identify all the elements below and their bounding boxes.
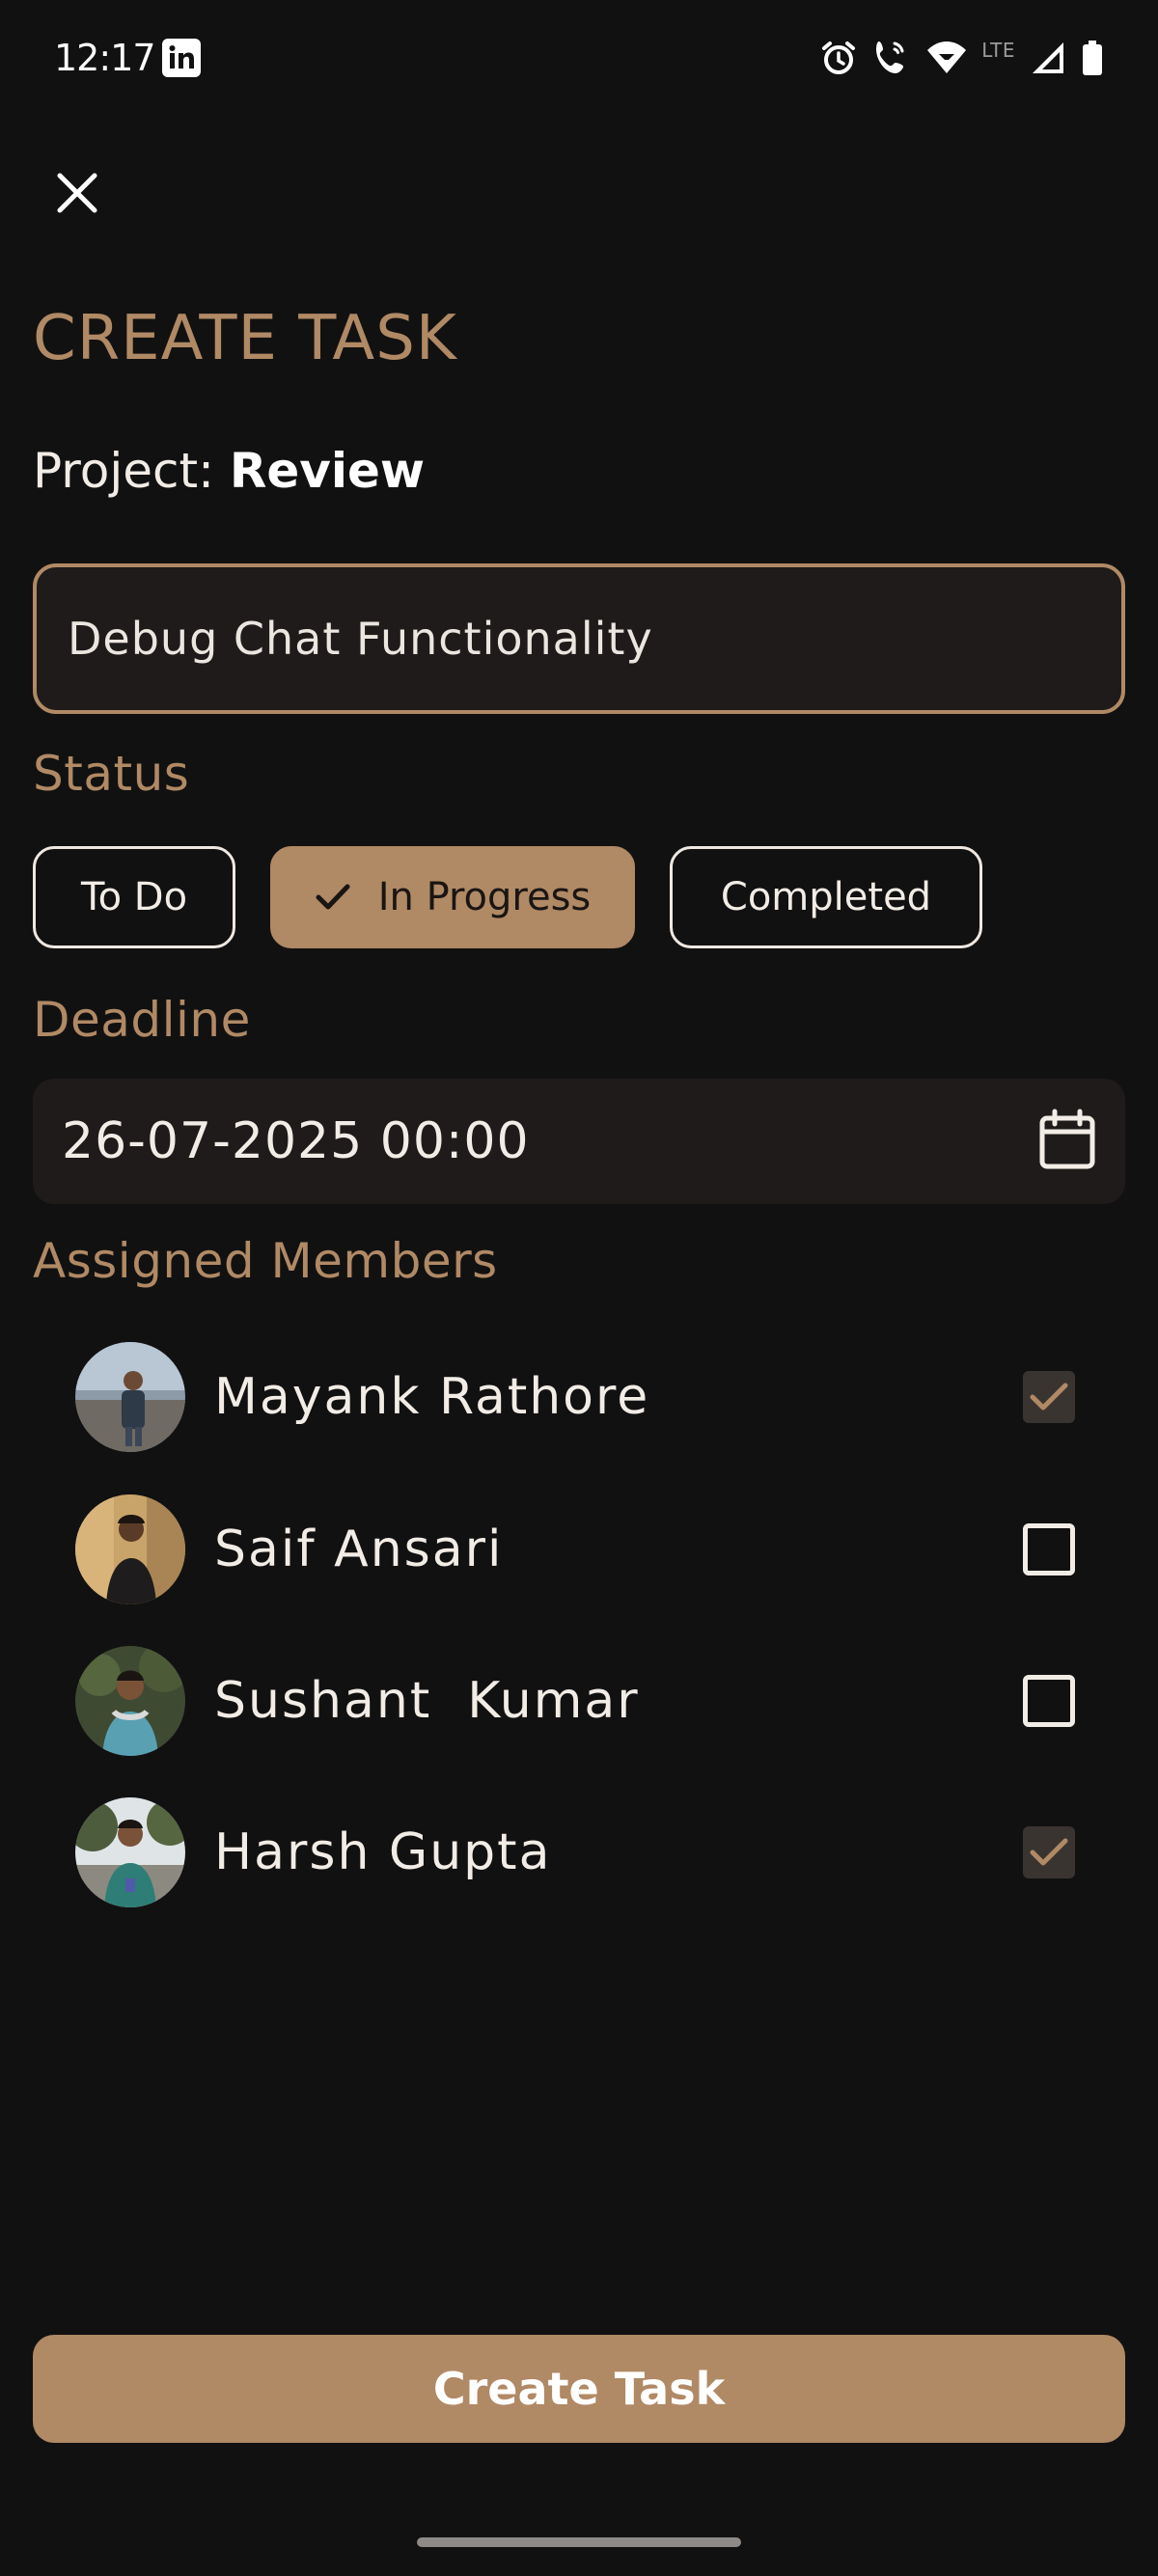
status-chip-label: To Do xyxy=(80,875,188,919)
home-indicator[interactable] xyxy=(417,2537,741,2547)
member-checkbox[interactable] xyxy=(1023,1826,1075,1878)
calendar-icon[interactable] xyxy=(1038,1109,1096,1174)
status-time: 12:17 xyxy=(54,37,156,79)
member-name: Sushant Kumar xyxy=(214,1672,640,1730)
linkedin-icon xyxy=(162,39,201,77)
status-label: Status xyxy=(33,746,190,802)
member-name: Mayank Rathore xyxy=(214,1368,650,1426)
project-line: Project: Review xyxy=(33,443,425,499)
status-chip-label: In Progress xyxy=(377,875,592,919)
create-task-screen: 12:17 LTE CREATE TASK Project: Review De… xyxy=(0,0,1158,2576)
avatar xyxy=(75,1797,185,1907)
battery-icon xyxy=(1081,39,1104,77)
members-label: Assigned Members xyxy=(33,1233,498,1289)
member-row-harsh[interactable]: Harsh Gupta xyxy=(75,1796,1079,1908)
avatar xyxy=(75,1494,185,1604)
task-name-input[interactable]: Debug Chat Functionality xyxy=(33,563,1125,714)
member-row-mayank[interactable]: Mayank Rathore xyxy=(75,1341,1079,1453)
deadline-value: 26-07-2025 00:00 xyxy=(62,1112,530,1170)
close-icon xyxy=(57,173,97,213)
deadline-label: Deadline xyxy=(33,992,251,1048)
project-label: Project: xyxy=(33,443,230,499)
status-icons: LTE xyxy=(819,35,1104,81)
alarm-icon xyxy=(819,39,858,77)
page-title: CREATE TASK xyxy=(33,303,457,374)
status-bar: 12:17 LTE xyxy=(0,0,1158,116)
network-type: LTE xyxy=(981,39,1015,62)
status-chip-label: Completed xyxy=(720,875,932,919)
status-chip-todo[interactable]: To Do xyxy=(33,846,235,948)
avatar xyxy=(75,1646,185,1756)
member-row-sushant[interactable]: Sushant Kumar xyxy=(75,1645,1079,1757)
project-name: Review xyxy=(229,443,426,499)
member-checkbox[interactable] xyxy=(1023,1675,1075,1727)
wifi-icon xyxy=(925,39,968,77)
deadline-field[interactable]: 26-07-2025 00:00 xyxy=(33,1079,1125,1204)
member-name: Saif Ansari xyxy=(214,1521,504,1578)
member-checkbox[interactable] xyxy=(1023,1371,1075,1423)
status-chips: To Do In Progress Completed xyxy=(33,846,982,948)
member-checkbox[interactable] xyxy=(1023,1523,1075,1576)
avatar xyxy=(75,1342,185,1452)
check-icon xyxy=(1030,1838,1068,1866)
check-icon xyxy=(1030,1383,1068,1411)
task-name-value: Debug Chat Functionality xyxy=(68,613,653,665)
status-chip-completed[interactable]: Completed xyxy=(670,846,982,948)
member-row-saif[interactable]: Saif Ansari xyxy=(75,1494,1079,1605)
member-name: Harsh Gupta xyxy=(214,1823,552,1881)
close-button[interactable] xyxy=(46,162,108,224)
status-chip-in-progress[interactable]: In Progress xyxy=(270,846,635,948)
wifi-calling-icon xyxy=(871,38,912,78)
create-task-label: Create Task xyxy=(432,2363,726,2415)
check-icon xyxy=(316,884,350,910)
create-task-button[interactable]: Create Task xyxy=(33,2335,1125,2443)
signal-icon xyxy=(1029,39,1067,77)
